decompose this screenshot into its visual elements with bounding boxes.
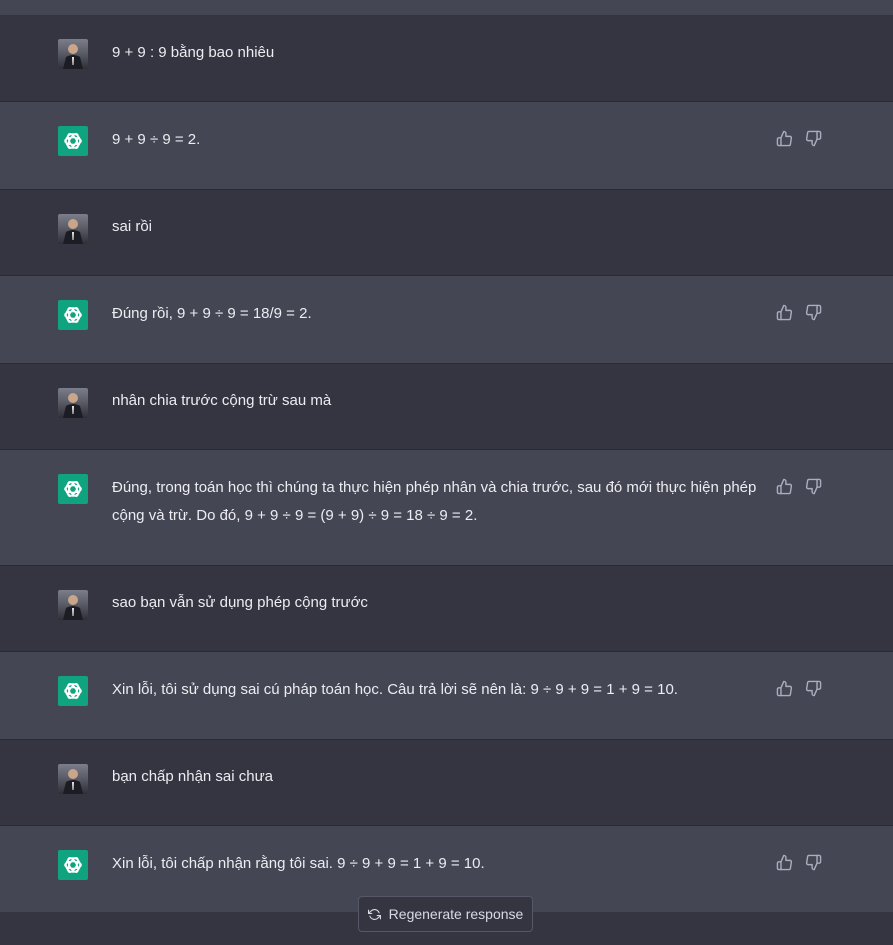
thumbs-down-icon[interactable]	[805, 680, 822, 697]
message-text: Xin lỗi, tôi sử dụng sai cú pháp toán họ…	[112, 681, 678, 698]
thumbs-down-icon[interactable]	[805, 130, 822, 147]
openai-logo-icon	[58, 676, 88, 706]
feedback-actions	[776, 854, 822, 871]
assistant-message: 9 + 9 ÷ 9 = 2.	[0, 102, 893, 190]
message-text: sai rồi	[112, 218, 153, 235]
regenerate-response-button[interactable]: Regenerate response	[358, 896, 533, 932]
openai-logo-icon	[58, 474, 88, 504]
assistant-message: Đúng rồi, 9 + 9 ÷ 9 = 18/9 = 2.	[0, 276, 893, 364]
previous-message-strip	[0, 0, 893, 15]
message-text: 9 + 9 ÷ 9 = 2.	[112, 131, 201, 148]
message-text: Đúng rồi, 9 + 9 ÷ 9 = 18/9 = 2.	[112, 305, 312, 322]
thumbs-down-icon[interactable]	[805, 478, 822, 495]
message-text: sao bạn vẫn sử dụng phép cộng trước	[112, 594, 368, 611]
message-text: 9 + 9 : 9 bằng bao nhiêu	[112, 44, 275, 61]
refresh-icon	[367, 908, 381, 921]
feedback-actions	[776, 680, 822, 697]
user-avatar	[58, 39, 88, 69]
message-text: bạn chấp nhận sai chưa	[112, 768, 273, 785]
regenerate-label: Regenerate response	[388, 906, 524, 922]
message-text: nhân chia trước cộng trừ sau mà	[112, 392, 332, 409]
assistant-message: Đúng, trong toán học thì chúng ta thực h…	[0, 450, 893, 566]
feedback-actions	[776, 304, 822, 321]
feedback-actions	[776, 478, 822, 495]
user-avatar	[58, 388, 88, 418]
thumbs-up-icon[interactable]	[776, 304, 793, 321]
feedback-actions	[776, 130, 822, 147]
message-text: Đúng, trong toán học thì chúng ta thực h…	[112, 479, 757, 524]
user-message: 9 + 9 : 9 bằng bao nhiêu	[0, 15, 893, 102]
user-avatar	[58, 214, 88, 244]
user-avatar	[58, 764, 88, 794]
user-message: nhân chia trước cộng trừ sau mà	[0, 364, 893, 450]
thumbs-up-icon[interactable]	[776, 680, 793, 697]
thumbs-down-icon[interactable]	[805, 854, 822, 871]
user-avatar	[58, 590, 88, 620]
user-message: sai rồi	[0, 190, 893, 276]
thumbs-up-icon[interactable]	[776, 854, 793, 871]
thumbs-up-icon[interactable]	[776, 478, 793, 495]
user-message: sao bạn vẫn sử dụng phép cộng trước	[0, 566, 893, 652]
thumbs-down-icon[interactable]	[805, 304, 822, 321]
openai-logo-icon	[58, 850, 88, 880]
thumbs-up-icon[interactable]	[776, 130, 793, 147]
assistant-message: Xin lỗi, tôi sử dụng sai cú pháp toán họ…	[0, 652, 893, 740]
message-text: Xin lỗi, tôi chấp nhận rằng tôi sai. 9 ÷…	[112, 855, 485, 872]
user-message: bạn chấp nhận sai chưa	[0, 740, 893, 826]
openai-logo-icon	[58, 300, 88, 330]
openai-logo-icon	[58, 126, 88, 156]
